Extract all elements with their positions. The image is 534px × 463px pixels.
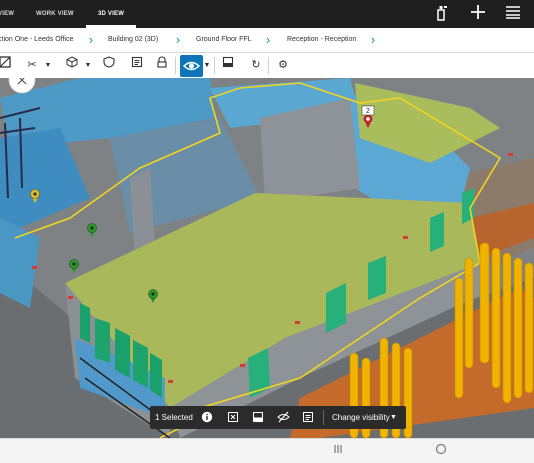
- section-box-svg: [0, 56, 11, 68]
- toolbar-divider: [268, 57, 269, 74]
- settings-icon[interactable]: ⚙: [273, 56, 293, 75]
- lock-svg: [157, 56, 167, 68]
- cut-dropdown-caret-icon[interactable]: ▼: [44, 56, 52, 75]
- properties-icon[interactable]: [301, 411, 315, 424]
- change-visibility-button[interactable]: Change visibility: [332, 406, 390, 429]
- menu-icon[interactable]: [503, 4, 523, 24]
- breadcrumb-item-floor[interactable]: Ground Floor FFL: [196, 28, 252, 52]
- plus-icon-svg: [471, 5, 485, 19]
- info-svg: [201, 411, 213, 423]
- eye-button[interactable]: [180, 55, 203, 77]
- cube-dropdown-caret-icon[interactable]: ▼: [84, 56, 92, 75]
- toolbar-divider: [175, 57, 176, 74]
- shield-svg: [103, 56, 115, 68]
- zoom-to-fit-icon[interactable]: [226, 411, 240, 424]
- breadcrumb-item-building[interactable]: Building 02 (3D): [108, 28, 158, 52]
- cube-icon[interactable]: [62, 56, 82, 75]
- cube-svg: [66, 56, 78, 68]
- chevron-right-icon: ›: [265, 32, 271, 47]
- cut-icon[interactable]: ✂: [22, 56, 42, 75]
- layers-svg: [222, 56, 234, 68]
- chevron-right-icon: ›: [370, 32, 376, 47]
- shield-icon[interactable]: [99, 56, 119, 75]
- clipboard-svg: [131, 56, 143, 68]
- hide-svg: [276, 411, 290, 423]
- zoom-to-fit-svg: [228, 412, 238, 422]
- 3d-viewport[interactable]: 2: [0, 78, 534, 438]
- eye-icon: [182, 61, 201, 71]
- selected-count: 1 Selected: [155, 413, 193, 422]
- 3d-model-render[interactable]: 2: [0, 78, 534, 438]
- properties-svg: [303, 412, 313, 422]
- change-visibility-caret-icon[interactable]: ▼: [390, 406, 397, 429]
- breadcrumb: ction One - Leeds Office › Building 02 (…: [0, 28, 534, 53]
- layers-icon[interactable]: [218, 56, 238, 75]
- eye-dropdown-caret-icon[interactable]: ▼: [203, 56, 211, 75]
- breadcrumb-item-room[interactable]: Reception - Reception: [287, 28, 356, 52]
- info-icon[interactable]: [200, 411, 214, 424]
- chevron-right-icon: ›: [88, 32, 94, 47]
- home-svg: [435, 443, 447, 455]
- device-icon[interactable]: [432, 4, 452, 24]
- top-bar: VIEW WORK VIEW 3D VIEW: [0, 0, 534, 28]
- tab-work-view[interactable]: WORK VIEW: [36, 0, 74, 28]
- selection-bar-divider: [323, 410, 324, 425]
- home-icon[interactable]: [431, 443, 451, 459]
- recent-apps-svg: [334, 445, 342, 453]
- toolbar-divider: [214, 57, 215, 74]
- pin-label: 2: [366, 108, 370, 115]
- recent-apps-icon[interactable]: [328, 443, 348, 459]
- chevron-right-icon: ›: [175, 32, 181, 47]
- plus-icon[interactable]: [468, 4, 488, 24]
- refresh-icon[interactable]: ↻: [246, 56, 266, 75]
- tab-3d-view[interactable]: 3D VIEW: [98, 0, 124, 28]
- section-box-icon[interactable]: [0, 56, 15, 75]
- layers-svg-2: [253, 412, 263, 422]
- lock-icon[interactable]: [152, 56, 172, 75]
- clipboard-icon[interactable]: [127, 56, 147, 75]
- toolbar: ✂ ▼ ▼: [0, 53, 534, 79]
- hide-icon[interactable]: [276, 411, 290, 424]
- tab-view[interactable]: VIEW: [0, 0, 14, 28]
- menu-icon-svg: [506, 6, 520, 19]
- breadcrumb-item-project[interactable]: ction One - Leeds Office: [0, 28, 73, 52]
- device-icon-svg: [437, 6, 447, 21]
- selection-bar: 1 Selected Change visibility ▼: [150, 406, 406, 429]
- android-nav-bar: [0, 438, 534, 463]
- layers-icon[interactable]: [251, 411, 265, 424]
